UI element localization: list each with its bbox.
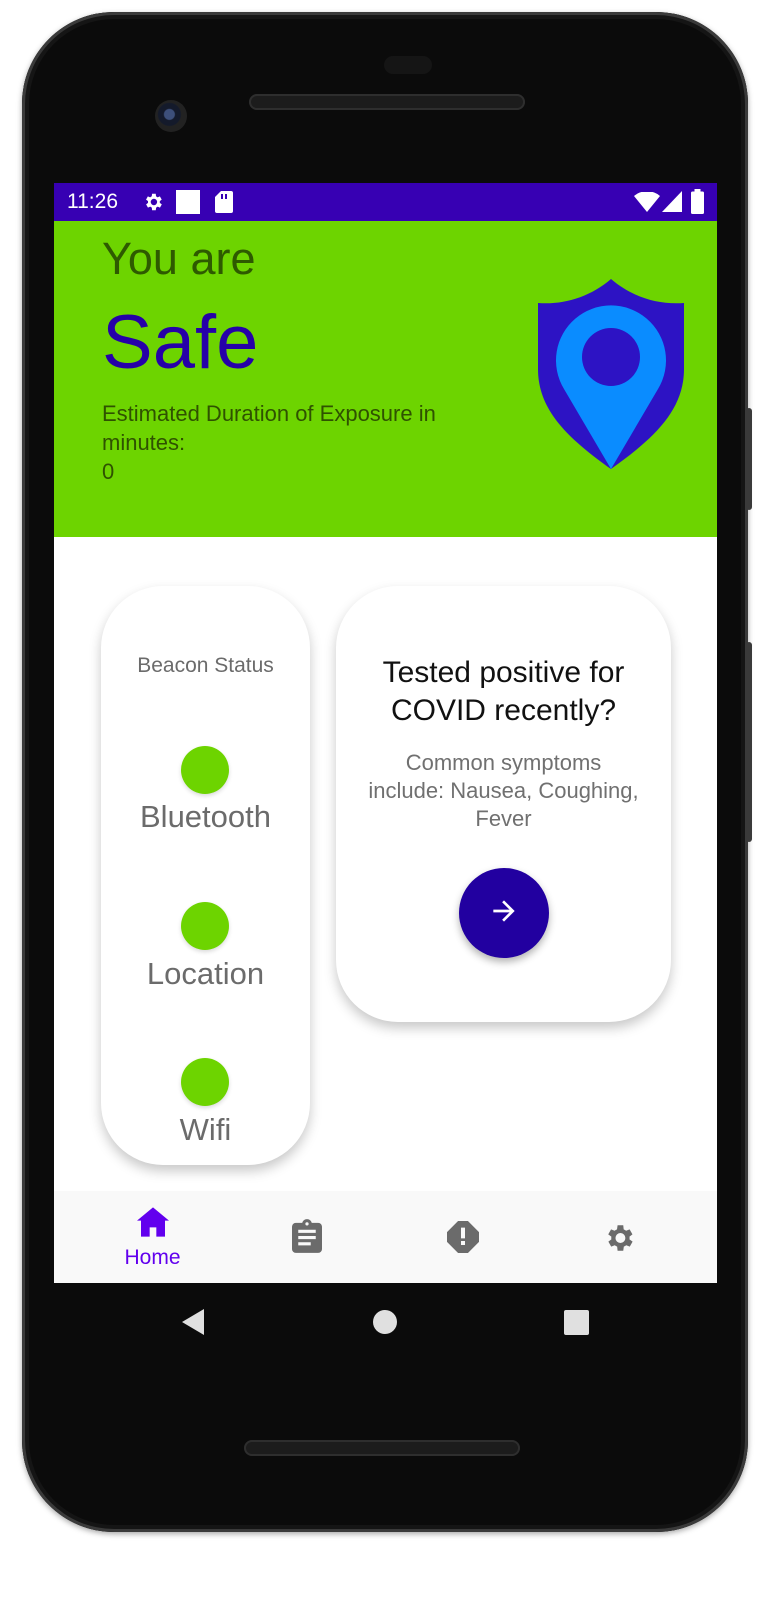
wifi-icon xyxy=(634,191,660,218)
volume-button xyxy=(746,642,752,842)
covid-report-card: Tested positive for COVID recently? Comm… xyxy=(336,586,671,1022)
location-status-dot xyxy=(181,902,229,950)
safety-status-banner: You are Safe Estimated Duration of Expos… xyxy=(54,221,717,537)
symptoms-text: Common symptoms include: Nausea, Coughin… xyxy=(368,750,639,831)
nav-item-settings[interactable] xyxy=(540,1191,695,1283)
status-prefix: You are xyxy=(102,233,256,284)
top-speaker xyxy=(249,94,525,110)
exposure-value: 0 xyxy=(102,459,115,484)
earpiece xyxy=(384,56,432,74)
sd-card-icon xyxy=(215,191,233,219)
beacon-status-title: Beacon Status xyxy=(137,654,274,677)
status-bar: 11:26 xyxy=(54,183,717,221)
nav-item-reports[interactable] xyxy=(230,1191,385,1283)
bottom-speaker xyxy=(244,1440,520,1456)
bluetooth-status-dot xyxy=(181,746,229,794)
gear-icon xyxy=(142,191,164,219)
home-icon xyxy=(137,1207,169,1242)
arrow-right-icon xyxy=(488,895,520,932)
report-positive-button[interactable] xyxy=(459,868,549,958)
bottom-navigation: Home xyxy=(54,1191,717,1283)
power-button xyxy=(746,408,752,510)
status-time: 11:26 xyxy=(67,190,118,213)
front-camera xyxy=(155,100,187,132)
clipboard-icon xyxy=(292,1219,322,1258)
bluetooth-label: Bluetooth xyxy=(140,799,271,834)
nav-label-home: Home xyxy=(124,1246,181,1269)
wifi-label: Wifi xyxy=(179,1112,232,1147)
location-label: Location xyxy=(146,956,265,991)
covid-question: Tested positive for COVID recently? xyxy=(382,656,625,727)
wifi-status-dot xyxy=(181,1058,229,1106)
home-circle-icon[interactable] xyxy=(372,1309,398,1340)
shield-location-icon xyxy=(534,279,694,474)
app-screen: 11:26 You are Safe Estimated Duration of… xyxy=(54,183,717,1283)
gear-icon xyxy=(602,1221,636,1260)
square-icon xyxy=(176,190,200,220)
battery-icon xyxy=(691,189,704,220)
safety-status: Safe xyxy=(102,300,259,385)
exposure-label: Estimated Duration of Exposure in minute… xyxy=(102,401,436,455)
alert-icon xyxy=(447,1221,479,1258)
recents-icon[interactable] xyxy=(564,1310,589,1340)
beacon-status-card: Beacon Status Bluetooth Location Wifi xyxy=(101,586,310,1165)
signal-icon xyxy=(662,191,682,218)
nav-item-home[interactable]: Home xyxy=(75,1191,230,1283)
nav-item-alerts[interactable] xyxy=(385,1191,540,1283)
back-icon[interactable] xyxy=(180,1308,206,1341)
